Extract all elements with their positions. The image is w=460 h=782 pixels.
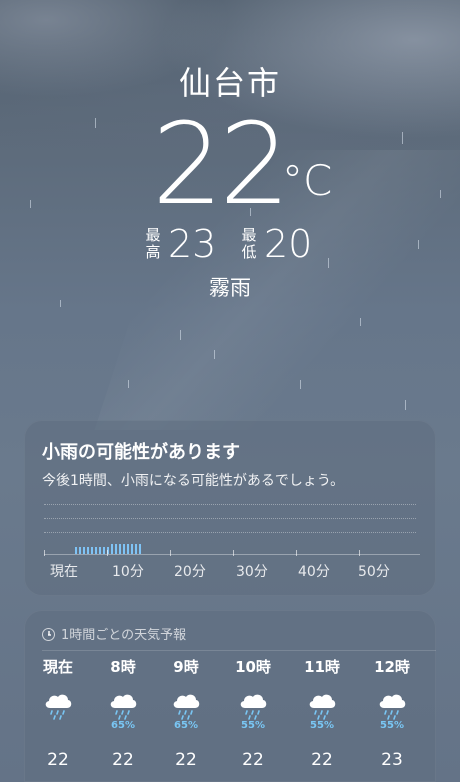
hourly-precip-probability: 55% [380, 720, 404, 731]
hourly-header-label: 1時間ごとの天気予報 [61, 628, 187, 643]
low-label: 最低 [241, 226, 257, 261]
hourly-precip-probability: 55% [310, 720, 334, 731]
hourly-item: 10時 55% 22 [221, 654, 285, 782]
rain-cloud-icon [376, 690, 408, 720]
time-label-20: 20分 [174, 564, 206, 580]
hourly-item: 現在 22 [26, 654, 90, 782]
chart-tick [233, 550, 234, 556]
precipitation-bar [139, 544, 141, 554]
rain-cloud-icon [170, 690, 202, 720]
hourly-time: 8時 [110, 658, 136, 676]
high-low-temperatures: 最高 23 最低 20 [0, 222, 460, 268]
rain-drop [180, 330, 181, 340]
hourly-precip-probability: 65% [111, 720, 135, 731]
precipitation-bar [119, 544, 121, 554]
time-label-10: 10分 [112, 564, 144, 580]
rain-drop [128, 380, 129, 388]
weather-condition: 霧雨 [209, 276, 251, 300]
high-temperature: 23 [168, 222, 217, 266]
high-label: 最高 [145, 226, 161, 261]
precipitation-bar [83, 547, 85, 554]
precipitation-bar [91, 547, 93, 554]
time-label-40: 40分 [298, 564, 330, 580]
rain-cloud-icon [42, 690, 74, 720]
time-label-30: 30分 [236, 564, 268, 580]
precipitation-bar [131, 544, 133, 554]
current-temperature: 22 [152, 100, 291, 230]
weather-screen: 仙台市 22 °C 最高 23 最低 20 霧雨 小雨の可能性があります 今後1… [0, 0, 460, 782]
time-label-now: 現在 [50, 564, 78, 580]
hourly-time: 現在 [42, 658, 73, 676]
chart-tick [107, 550, 108, 556]
hourly-temperature: 22 [47, 750, 69, 770]
rain-cloud-icon [237, 690, 269, 720]
precipitation-bar [79, 547, 81, 554]
precipitation-title: 小雨の可能性があります [42, 442, 240, 463]
time-label-50: 50分 [358, 564, 390, 580]
city-name: 仙台市 [178, 64, 281, 102]
current-temperature-block: 22 °C [0, 100, 460, 230]
chart-gridline [44, 532, 416, 533]
hourly-time: 12時 [374, 658, 410, 676]
chart-tick [170, 550, 171, 556]
hourly-temperature: 22 [112, 750, 134, 770]
precipitation-bar [115, 544, 117, 554]
precipitation-next-hour-card[interactable]: 小雨の可能性があります 今後1時間、小雨になる可能性があるでしょう。 現在 10… [24, 420, 436, 596]
chart-gridline [44, 504, 416, 505]
hourly-item: 11時 55% 22 [290, 654, 354, 782]
hourly-item: 8時 65% 22 [91, 654, 155, 782]
hourly-precip-probability: 65% [174, 720, 198, 731]
hourly-time: 11時 [304, 658, 340, 676]
precipitation-bar [103, 547, 105, 554]
hourly-item: 9時 65% 22 [154, 654, 218, 782]
hourly-temperature: 22 [311, 750, 333, 770]
precipitation-bar [123, 544, 125, 554]
rain-drop [405, 400, 406, 410]
chart-baseline [44, 554, 420, 555]
hourly-temperature: 22 [175, 750, 197, 770]
chart-tick [44, 550, 45, 556]
hourly-time: 10時 [235, 658, 271, 676]
hourly-temperature: 22 [242, 750, 264, 770]
hourly-temperature: 23 [381, 750, 403, 770]
rain-cloud-icon [306, 690, 338, 720]
precipitation-bar [95, 547, 97, 554]
hourly-time: 9時 [173, 658, 199, 676]
precipitation-bar [111, 544, 113, 554]
chart-tick [359, 550, 360, 556]
hourly-item: 12時 55% 23 [360, 654, 424, 782]
hourly-precip-probability: 55% [241, 720, 265, 731]
chart-gridline [44, 518, 416, 519]
chart-tick [296, 550, 297, 556]
precipitation-subtitle: 今後1時間、小雨になる可能性があるでしょう。 [42, 473, 345, 489]
temperature-unit: °C [282, 156, 333, 205]
precipitation-bar [75, 547, 77, 554]
precipitation-bar [87, 547, 89, 554]
low-temperature: 20 [264, 222, 313, 266]
rain-drop [360, 318, 361, 326]
rain-cloud-icon [107, 690, 139, 720]
hourly-forecast-card[interactable]: 1時間ごとの天気予報 現在 22 8時 65% 22 9時 65% 22 10時 55% 22 11時… [24, 610, 436, 782]
rain-drop [214, 350, 215, 359]
rain-drop [300, 380, 301, 389]
precipitation-bar [127, 544, 129, 554]
clock-icon [42, 628, 55, 641]
hourly-header: 1時間ごとの天気予報 [42, 624, 186, 643]
precipitation-bar [99, 547, 101, 554]
divider [42, 650, 436, 651]
precipitation-bar [135, 544, 137, 554]
